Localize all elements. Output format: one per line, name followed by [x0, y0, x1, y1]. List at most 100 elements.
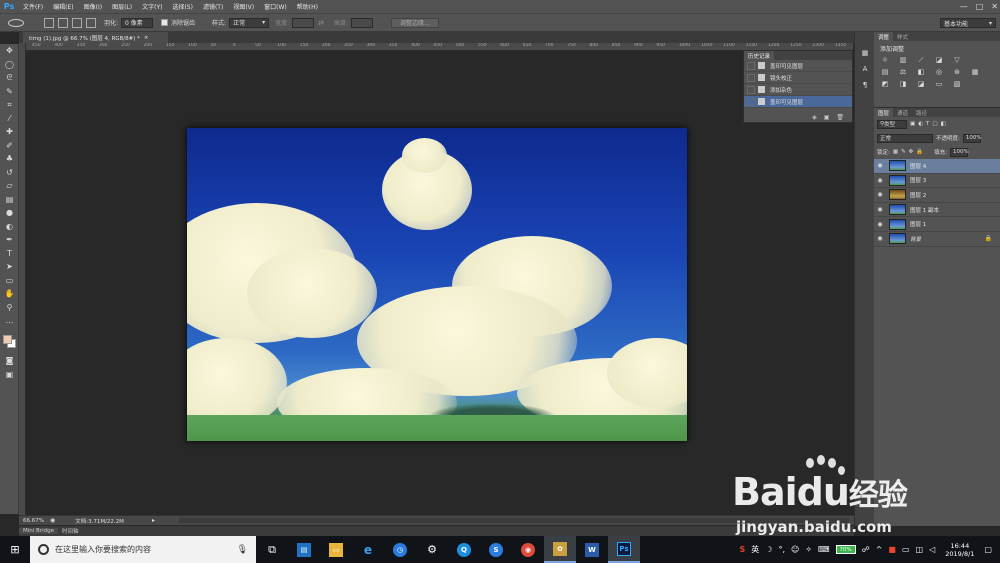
more-tools-icon[interactable]: …: [0, 314, 19, 328]
intersect-selection-icon[interactable]: [86, 17, 96, 28]
history-brush-tool-icon[interactable]: ↺: [0, 166, 19, 180]
quick-select-tool-icon[interactable]: ✎: [0, 85, 19, 99]
chrome-icon[interactable]: ◉: [512, 536, 544, 563]
settings-icon[interactable]: ⚙: [416, 536, 448, 563]
layer-row[interactable]: ◉ 图层 1: [874, 217, 1000, 232]
tab-styles[interactable]: 样式: [893, 32, 913, 41]
history-item[interactable]: 添加杂色: [744, 84, 852, 96]
opacity-input[interactable]: 100%: [962, 133, 982, 143]
sky-clouds-photo[interactable]: [187, 128, 687, 441]
battery-indicator[interactable]: 70%: [835, 545, 856, 554]
menu-item[interactable]: 文字(Y): [137, 2, 167, 11]
layer-name[interactable]: 图层 2: [910, 191, 926, 199]
history-source-checkbox[interactable]: [747, 61, 755, 70]
new-snapshot-icon[interactable]: ◈: [812, 114, 817, 121]
filter-shape-icon[interactable]: ▢: [932, 121, 937, 127]
eye-icon[interactable]: ◉: [874, 191, 886, 198]
new-selection-icon[interactable]: [44, 17, 54, 28]
crop-tool-icon[interactable]: ⌗: [0, 98, 19, 112]
fill-input[interactable]: 100%: [950, 147, 969, 157]
menu-item[interactable]: 视图(V): [228, 2, 259, 11]
posterize-icon[interactable]: ◨: [898, 80, 908, 88]
filter-adjust-icon[interactable]: ◐: [918, 121, 923, 127]
brightness-icon[interactable]: ☼: [880, 56, 890, 64]
blend-mode-select[interactable]: 正常: [877, 133, 933, 143]
eye-icon[interactable]: ◉: [874, 177, 886, 184]
gradient-tool-icon[interactable]: ▤: [0, 193, 19, 207]
filter-smart-icon[interactable]: ◧: [941, 121, 946, 127]
menu-item[interactable]: 编辑(E): [48, 2, 78, 11]
task-view-icon[interactable]: ⧉: [256, 536, 288, 563]
layer-row[interactable]: ◉ 图层 4: [874, 159, 1000, 174]
add-selection-icon[interactable]: [58, 17, 68, 28]
color-lookup-icon[interactable]: ▦: [970, 68, 980, 76]
windows-start-icon[interactable]: ⊞: [0, 536, 30, 563]
hue-saturation-icon[interactable]: ▤: [880, 68, 890, 76]
filter-type-icon[interactable]: T: [926, 121, 929, 127]
lock-all-icon[interactable]: 🔒: [916, 149, 923, 155]
document-tab[interactable]: timg (1).jpg @ 66.7% (图层 4, RGB/8#) * ×: [23, 32, 168, 43]
filter-pixel-icon[interactable]: ▣: [910, 121, 915, 127]
minimize-button[interactable]: —: [960, 2, 968, 11]
emoji-icon[interactable]: ☺: [791, 545, 799, 554]
layer-row[interactable]: ◉ 图层 2: [874, 188, 1000, 203]
curves-icon[interactable]: ⟋: [916, 56, 926, 64]
tab-timeline[interactable]: 时间轴: [58, 527, 83, 535]
height-input[interactable]: [351, 17, 374, 28]
menu-item[interactable]: 图层(L): [107, 2, 137, 11]
moon-icon[interactable]: ☽: [765, 545, 772, 554]
hand-tool-icon[interactable]: ✋: [0, 287, 19, 301]
close-tab-icon[interactable]: ×: [144, 35, 149, 41]
elliptical-marquee-icon[interactable]: [8, 18, 24, 27]
close-button[interactable]: ✕: [991, 2, 998, 11]
menu-item[interactable]: 选择(S): [167, 2, 198, 11]
history-item[interactable]: 镜头校正: [744, 72, 852, 84]
character-panel-icon[interactable]: A: [855, 62, 875, 76]
black-white-icon[interactable]: ◧: [916, 68, 926, 76]
eyedropper-tool-icon[interactable]: ⁄: [0, 112, 19, 126]
foreground-color-swatch[interactable]: [3, 335, 12, 344]
qq-browser-icon[interactable]: Q: [448, 536, 480, 563]
marquee-tool-icon[interactable]: ◯: [0, 58, 19, 72]
antivirus-icon[interactable]: ■: [888, 545, 896, 554]
layer-name[interactable]: 背景: [910, 235, 921, 243]
store-icon[interactable]: ▤: [288, 536, 320, 563]
blur-tool-icon[interactable]: ●: [0, 206, 19, 220]
zoom-tool-icon[interactable]: ⚲: [0, 301, 19, 315]
menu-item[interactable]: 滤镜(T): [198, 2, 228, 11]
pen-tool-icon[interactable]: ✒: [0, 233, 19, 247]
trash-icon[interactable]: 🗑: [836, 114, 844, 121]
selective-color-icon[interactable]: ▧: [952, 80, 962, 88]
history-source-checkbox[interactable]: [747, 85, 755, 94]
menu-item[interactable]: 窗口(W): [259, 2, 292, 11]
gradient-map-icon[interactable]: ▭: [934, 80, 944, 88]
style-select[interactable]: 正常 ▾: [229, 17, 270, 28]
ie-icon[interactable]: e: [352, 536, 384, 563]
keyboard-icon[interactable]: ⌨: [818, 545, 830, 554]
file-explorer-icon[interactable]: ▭: [320, 536, 352, 563]
zoom-level[interactable]: 66.67%: [23, 518, 44, 524]
antialias-checkbox[interactable]: [161, 19, 169, 26]
microphone-icon[interactable]: 🎙: [237, 545, 248, 555]
history-source-checkbox[interactable]: [747, 97, 755, 106]
eye-icon[interactable]: ◉: [874, 221, 886, 228]
lock-image-icon[interactable]: ✎: [901, 149, 906, 155]
layer-row[interactable]: ◉ 图层 3: [874, 174, 1000, 189]
type-tool-icon[interactable]: T: [0, 247, 19, 261]
width-input[interactable]: [292, 17, 315, 28]
taskbar-search-box[interactable]: 在这里输入你要搜索的内容 🎙: [30, 536, 256, 563]
punctuation-icon[interactable]: °,: [778, 545, 785, 554]
eye-icon[interactable]: ◉: [874, 235, 886, 242]
workspace-select[interactable]: 基本功能 ▾: [940, 18, 996, 28]
lock-position-icon[interactable]: ✥: [909, 149, 914, 155]
dodge-tool-icon[interactable]: ◐: [0, 220, 19, 234]
color-balance-icon[interactable]: ⚖: [898, 68, 908, 76]
lasso-tool-icon[interactable]: ᘓ: [0, 71, 19, 85]
eye-icon[interactable]: ◉: [874, 162, 886, 169]
healing-brush-tool-icon[interactable]: ✚: [0, 125, 19, 139]
tab-mini-bridge[interactable]: Mini Bridge: [19, 528, 58, 534]
camera-icon[interactable]: ▣: [824, 114, 830, 121]
layer-name[interactable]: 图层 4: [910, 162, 926, 170]
canvas-area[interactable]: [26, 51, 853, 515]
chevron-up-icon[interactable]: ^: [876, 545, 883, 554]
